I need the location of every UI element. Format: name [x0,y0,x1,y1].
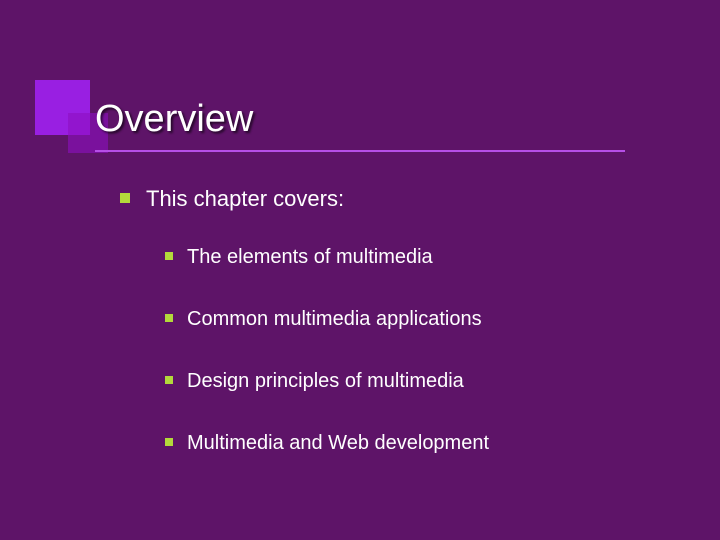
slide-content: This chapter covers: The elements of mul… [120,185,660,492]
list-item-text: This chapter covers: [146,185,344,214]
slide: Overview This chapter covers: The elemen… [0,0,720,540]
list-item: Common multimedia applications [165,306,660,332]
title-underline [95,150,625,152]
list-item-text: Common multimedia applications [187,306,482,332]
list-item: The elements of multimedia [165,244,660,270]
list-item-text: The elements of multimedia [187,244,433,270]
square-bullet-icon [165,314,173,322]
list-item: Design principles of multimedia [165,368,660,394]
sublist: The elements of multimedia Common multim… [165,244,660,456]
list-item: This chapter covers: [120,185,660,214]
square-bullet-icon [120,193,130,203]
list-item-text: Multimedia and Web development [187,430,489,456]
square-bullet-icon [165,438,173,446]
list-item: Multimedia and Web development [165,430,660,456]
square-bullet-icon [165,376,173,384]
slide-title: Overview [95,98,253,141]
list-item-text: Design principles of multimedia [187,368,464,394]
square-bullet-icon [165,252,173,260]
